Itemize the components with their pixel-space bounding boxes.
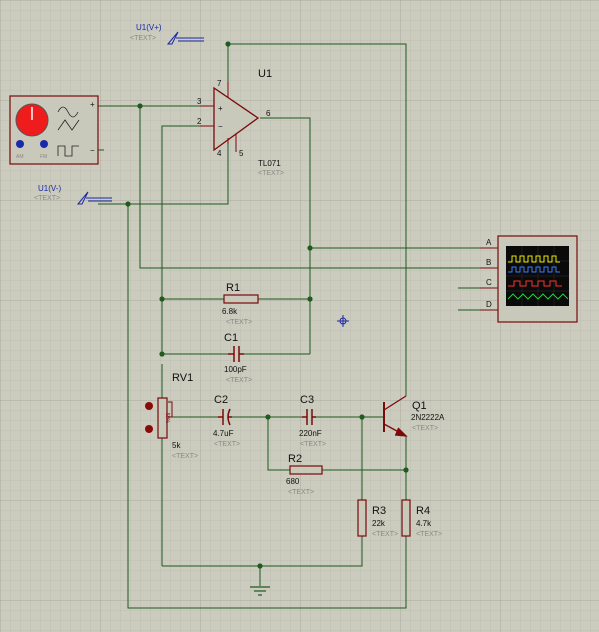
r2-value: 680 [286, 477, 300, 486]
q1-ref: Q1 [412, 400, 427, 412]
u1-ref: U1 [258, 68, 272, 80]
r2-ref: R2 [288, 453, 302, 465]
scope-channel-b: B [486, 258, 491, 267]
pin-2-label: 2 [197, 117, 202, 126]
r1-text: <TEXT> [226, 319, 252, 326]
scope-channel-d: D [486, 300, 492, 309]
c3-ref: C3 [300, 394, 314, 406]
r3-value: 22k [372, 519, 386, 528]
c2-text: <TEXT> [214, 441, 240, 448]
signal-generator[interactable]: AM FM + − [9, 95, 104, 165]
r4-value: 4.7k [416, 519, 432, 528]
r4-text: <TEXT> [416, 531, 442, 538]
r3-ref: R3 [372, 505, 386, 517]
schematic-svg[interactable]: U1(V+) <TEXT> U1(V-) <TEXT> AM FM + − + … [0, 0, 599, 632]
u1-text: <TEXT> [258, 170, 284, 177]
port-vplus-label: U1(V+) [136, 23, 162, 32]
r1-ref: R1 [226, 282, 240, 294]
r4-ref: R4 [416, 505, 430, 517]
pin-4-label: 4 [217, 149, 222, 158]
am-label: AM [16, 154, 24, 160]
r3-text: <TEXT> [372, 531, 398, 538]
u1-value: TL071 [258, 159, 281, 168]
scope-channel-c: C [486, 278, 492, 287]
opamp-minus-sign: − [218, 122, 223, 131]
fm-knob-icon[interactable] [40, 140, 48, 148]
c1-value: 100pF [224, 365, 247, 374]
q1-value: 2N2222A [411, 413, 445, 422]
rv1-ref: RV1 [172, 372, 193, 384]
pin-5-label: 5 [239, 149, 244, 158]
port-vplus-text: <TEXT> [130, 35, 156, 42]
fm-label: FM [40, 154, 47, 160]
rv1-value: 5k [172, 441, 181, 450]
c3-value: 220nF [299, 429, 322, 438]
c2-value: 4.7uF [213, 429, 234, 438]
scope-channel-a: A [486, 238, 492, 247]
rv1-decrease-button[interactable] [145, 425, 153, 433]
schematic-canvas[interactable]: U1(V+) <TEXT> U1(V-) <TEXT> AM FM + − + … [0, 0, 599, 632]
c3-text: <TEXT> [300, 441, 326, 448]
am-knob-icon[interactable] [16, 140, 24, 148]
r1-body [223, 294, 259, 304]
r1-value: 6.8k [222, 307, 238, 316]
r3-body [357, 499, 367, 537]
q1-text: <TEXT> [412, 425, 438, 432]
pin-7-label: 7 [217, 79, 222, 88]
rv1-increase-button[interactable] [145, 402, 153, 410]
r4-body [401, 499, 411, 537]
generator-plus-pin: + [90, 100, 95, 109]
c2-ref: C2 [214, 394, 228, 406]
pin-3-label: 3 [197, 97, 202, 106]
port-vminus-text: <TEXT> [34, 195, 60, 202]
opamp-plus-sign: + [218, 104, 223, 113]
c1-text: <TEXT> [226, 377, 252, 384]
r2-body [289, 465, 323, 475]
port-vminus-label: U1(V-) [38, 184, 61, 193]
rv1-dial: 50% [164, 413, 170, 424]
r2-text: <TEXT> [288, 489, 314, 496]
rv1-text: <TEXT> [172, 453, 198, 460]
c1-ref: C1 [224, 332, 238, 344]
generator-minus-pin: − [90, 146, 95, 155]
pin-6-label: 6 [266, 109, 271, 118]
